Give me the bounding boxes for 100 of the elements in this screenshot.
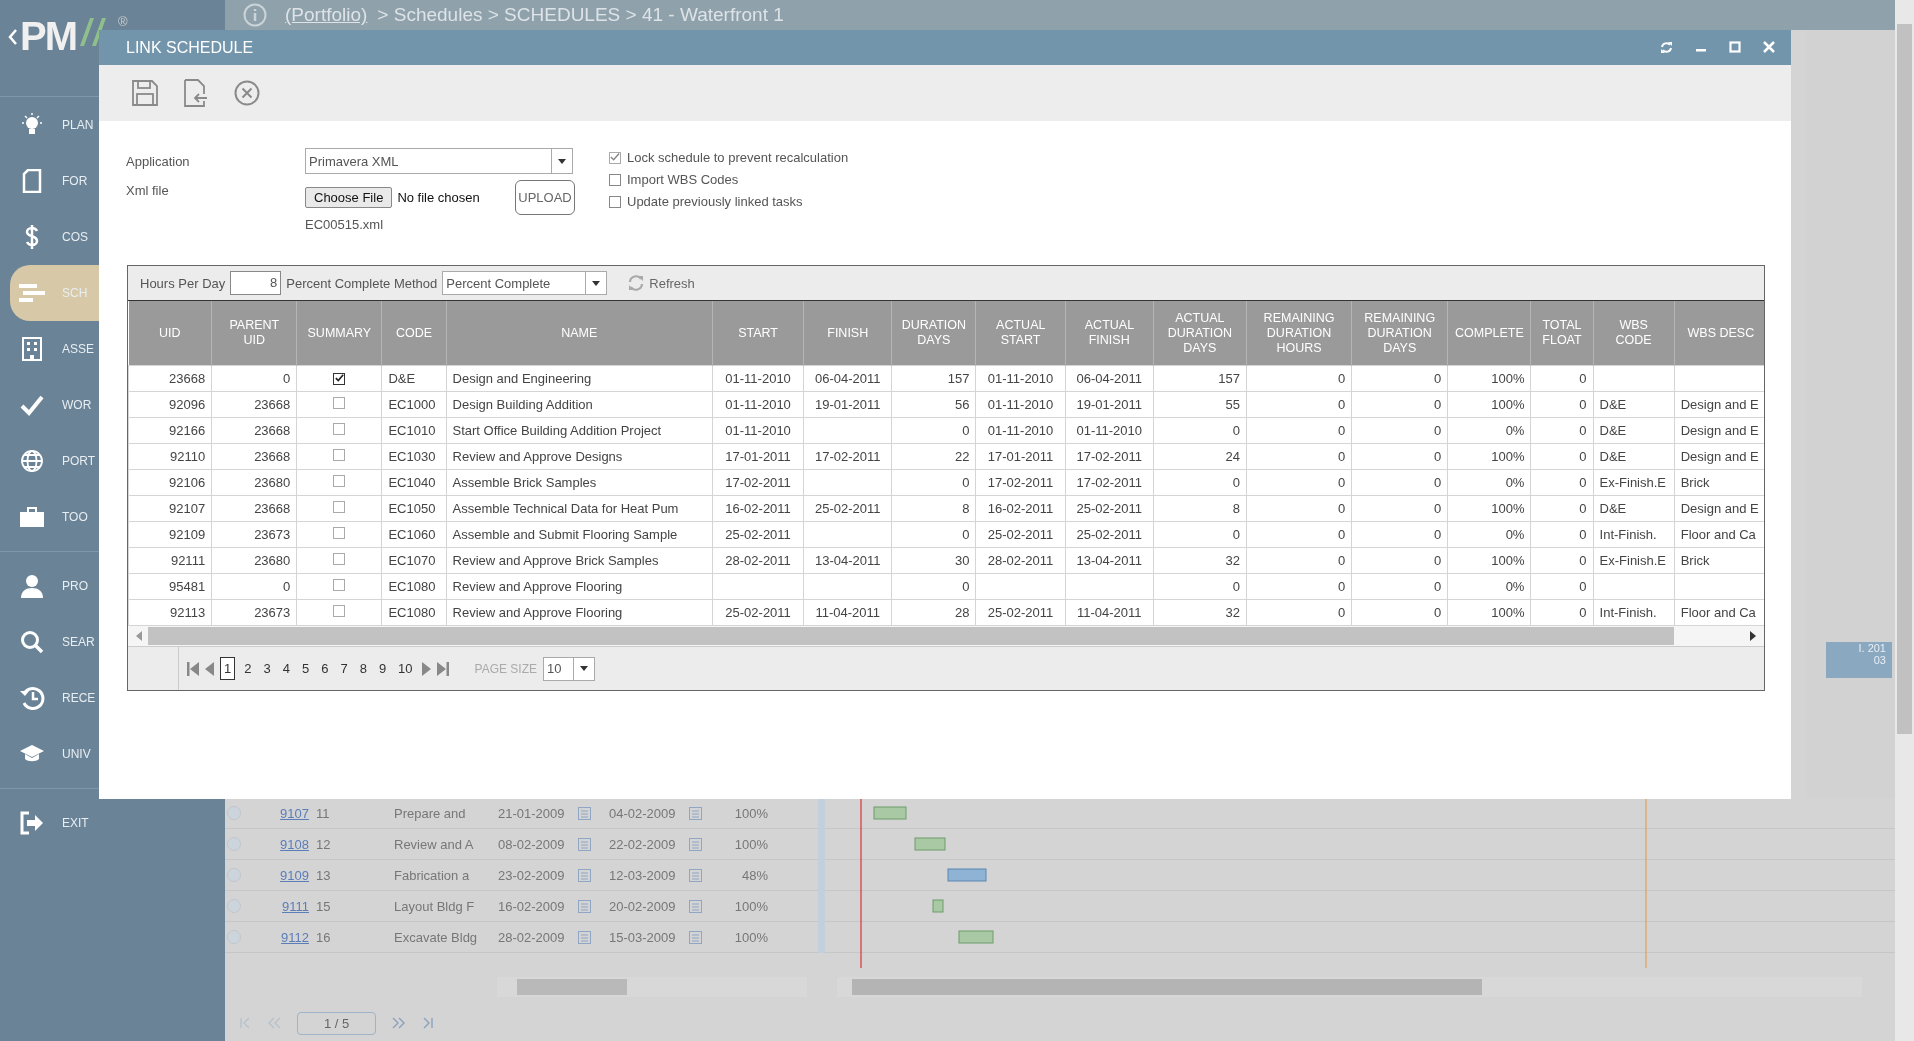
table-cell-text: 21-01-2009 (497, 805, 566, 821)
table-cell: 01-11-2010 (975, 391, 1066, 418)
table-cell: 0 (1246, 391, 1352, 418)
table-cell: 17-01-2011 (975, 443, 1066, 470)
table-cell: 0% (1447, 469, 1531, 496)
table-cell: 100% (1447, 599, 1531, 626)
xml-file-label: Xml file (126, 183, 170, 198)
table-cell: 17-02-2011 (1065, 443, 1154, 470)
table-cell: 17-02-2011 (803, 443, 892, 470)
table-cell: Assemble Technical Data for Heat Pum (446, 495, 713, 522)
table-cell: 8 (891, 495, 976, 522)
table-cell: 56 (891, 391, 976, 418)
table-cell: Assemble Brick Samples (446, 469, 713, 496)
table-cell: 0 (1351, 365, 1448, 392)
table-cell: 01-11-2010 (1065, 417, 1154, 444)
table-cell: 23668 (211, 391, 297, 418)
table-cell-text: 15-03-2009 (608, 929, 677, 945)
table-cell-text: 11 (315, 805, 331, 821)
table-cell: 0 (891, 521, 976, 548)
table-cell: EC1070 (381, 547, 447, 574)
table-cell-text: 48% (740, 867, 768, 883)
table-cell: 0 (1246, 521, 1352, 548)
logo-text: PM (20, 14, 76, 58)
table-cell: 55 (1153, 391, 1247, 418)
table-cell: D&E (1593, 391, 1675, 418)
table-cell: 0 (1246, 417, 1352, 444)
table-cell: 92096 (128, 391, 212, 418)
table-cell: 0 (1246, 365, 1352, 392)
table-cell: 32 (1153, 547, 1247, 574)
table-cell: D&E (1593, 417, 1675, 444)
table-cell: 24 (1153, 443, 1247, 470)
table-cell: 92109 (128, 521, 212, 548)
table-cell: Review and Approve Flooring (446, 599, 713, 626)
table-cell: EC1060 (381, 521, 447, 548)
table-cell: 0 (1246, 469, 1352, 496)
table-cell: 100% (1447, 443, 1531, 470)
table-cell-text: Review and A (393, 836, 475, 852)
table-cell: 157 (891, 365, 976, 392)
table-cell: 17-02-2011 (712, 469, 804, 496)
file-status: No file chosen (397, 190, 480, 205)
timeline-year: I. 201 (1858, 642, 1886, 654)
table-cell: 13-04-2011 (1065, 547, 1154, 574)
table-cell: Assemble and Submit Flooring Sample (446, 521, 713, 548)
table-cell: 11-04-2011 (1065, 599, 1154, 626)
table-cell: 25-02-2011 (712, 521, 804, 548)
table-cell: 0 (1530, 599, 1594, 626)
table-cell: 06-04-2011 (803, 365, 892, 392)
table-cell: 0 (1246, 599, 1352, 626)
table-cell: 25-02-2011 (975, 521, 1066, 548)
table-cell: 32 (1153, 599, 1247, 626)
table-cell: 0 (211, 365, 297, 392)
table-cell: 13-04-2011 (803, 547, 892, 574)
table-cell: 17-02-2011 (1065, 469, 1154, 496)
table-cell: 25-02-2011 (975, 599, 1066, 626)
table-cell-text: 100% (733, 836, 768, 852)
table-cell-text: Prepare and (393, 805, 467, 821)
table-cell: 17-02-2011 (975, 469, 1066, 496)
table-cell: 23668 (211, 495, 297, 522)
option-label: Update previously linked tasks (627, 194, 803, 209)
table-cell: 100% (1447, 365, 1531, 392)
registered-mark: ® (118, 14, 128, 29)
table-cell: 0 (1246, 573, 1352, 600)
table-cell: 30 (891, 547, 976, 574)
table-cell: 0 (891, 573, 976, 600)
table-cell: 0 (1246, 443, 1352, 470)
table-cell: 0 (891, 417, 976, 444)
table-cell: 0% (1447, 417, 1531, 444)
table-cell: Design and Engineering (446, 365, 713, 392)
table-cell: 16-02-2011 (975, 495, 1066, 522)
table-cell: Review and Approve Designs (446, 443, 713, 470)
table-cell-text: 13 (315, 867, 332, 883)
table-cell: Int-Finish. (1593, 521, 1675, 548)
table-cell: EC1050 (381, 495, 447, 522)
table-cell: 23680 (211, 469, 297, 496)
table-cell: EC1010 (381, 417, 447, 444)
table-cell: 0 (1153, 417, 1247, 444)
table-cell-text: 08-02-2009 (497, 836, 566, 852)
table-cell-text: 100% (733, 929, 768, 945)
table-cell: EC1000 (381, 391, 447, 418)
table-cell: 92166 (128, 417, 212, 444)
table-cell: 0 (1530, 365, 1594, 392)
table-cell: 17-01-2011 (712, 443, 804, 470)
table-cell: 0% (1447, 521, 1531, 548)
table-cell: 0 (1351, 417, 1448, 444)
table-cell: 23673 (211, 599, 297, 626)
table-cell: 16-02-2011 (712, 495, 804, 522)
table-cell: 0 (1351, 521, 1448, 548)
table-cell: Review and Approve Flooring (446, 573, 713, 600)
table-cell-text: 23-02-2009 (497, 867, 566, 883)
table-cell: 23668 (211, 443, 297, 470)
table-cell: 0 (1530, 521, 1594, 548)
table-cell-text: 100% (733, 805, 768, 821)
table-cell: 0 (1351, 599, 1448, 626)
table-cell: 23673 (211, 521, 297, 548)
table-cell: 01-11-2010 (975, 417, 1066, 444)
table-cell: 01-11-2010 (712, 417, 804, 444)
table-cell: 8 (1153, 495, 1247, 522)
method-label: Percent Complete Method (286, 275, 438, 291)
table-cell: D&E (1593, 443, 1675, 470)
table-cell: 92107 (128, 495, 212, 522)
